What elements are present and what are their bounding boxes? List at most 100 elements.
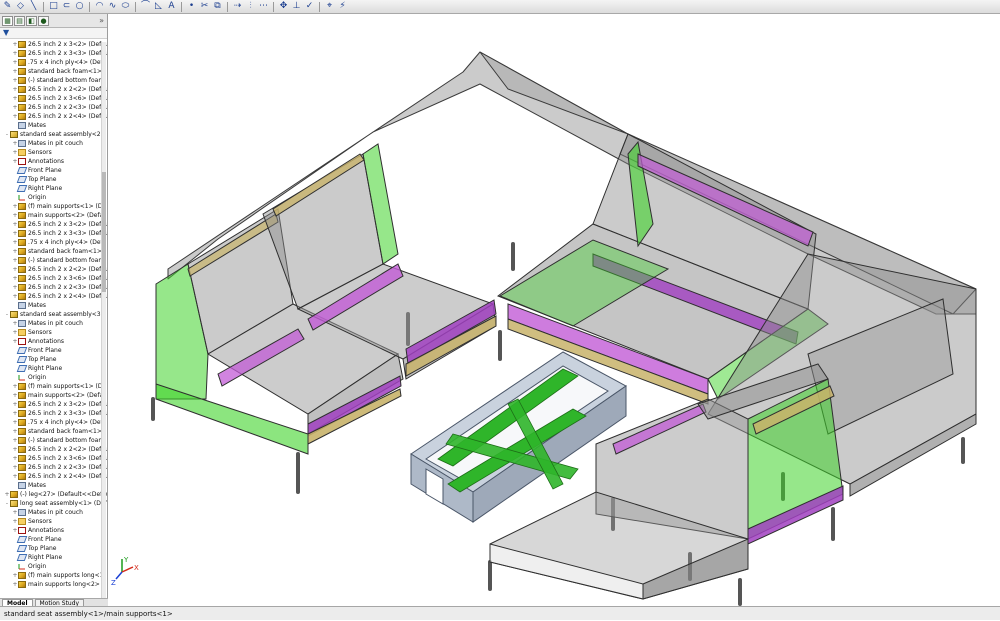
tree-item[interactable]: Right Plane	[0, 364, 107, 373]
origin-icon	[18, 374, 26, 381]
tree-item[interactable]: + (-) standard bottom foam	[0, 256, 107, 265]
tree-item[interactable]: - standard seat assembly<2> (	[0, 130, 107, 139]
rapid-sketch-icon[interactable]: ⚡	[337, 1, 348, 12]
tree-item[interactable]: + main supports<2> (Defa	[0, 391, 107, 400]
relations-icon[interactable]: ⊥	[291, 1, 302, 12]
tree-item[interactable]: + main supports long<2> (	[0, 580, 107, 589]
tree-item[interactable]: - long seat assembly<1> (Defa	[0, 499, 107, 508]
filter-icon[interactable]: ▼	[0, 28, 107, 39]
tree-item[interactable]: + .75 x 4 inch ply<4> (Defa	[0, 58, 107, 67]
tree-item[interactable]: Right Plane	[0, 184, 107, 193]
tree-item[interactable]: + Annotations	[0, 157, 107, 166]
tree-item[interactable]: Right Plane	[0, 553, 107, 562]
configuration-tab[interactable]: ◧	[26, 15, 37, 26]
tree-item[interactable]: Origin	[0, 373, 107, 382]
tree-item[interactable]: + .75 x 4 inch ply<4> (Defa	[0, 418, 107, 427]
smart-dimension-icon[interactable]: ◇	[15, 1, 26, 12]
tree-item[interactable]: + Sensors	[0, 148, 107, 157]
rectangle-icon[interactable]: □	[48, 1, 59, 12]
convert-icon[interactable]: ⇢	[232, 1, 243, 12]
feature-tree-tab[interactable]: ▦	[2, 15, 13, 26]
tree-item[interactable]: +26.5 inch 2 x 2<2> (Defau	[0, 265, 107, 274]
display-manager-tab[interactable]: ●	[38, 15, 49, 26]
tree-scrollbar-thumb[interactable]	[102, 172, 106, 292]
tree-item[interactable]: + standard back foam<1>	[0, 247, 107, 256]
tree-item[interactable]: +26.5 inch 2 x 2<4> (Defau	[0, 292, 107, 301]
tree-item[interactable]: +26.5 inch 2 x 2<2> (Defau	[0, 85, 107, 94]
repair-icon[interactable]: ✓	[304, 1, 315, 12]
tree-item[interactable]: - standard seat assembly<3> (	[0, 310, 107, 319]
tree-item[interactable]: +26.5 inch 2 x 2<4> (Defau	[0, 112, 107, 121]
tree-item[interactable]: Front Plane	[0, 346, 107, 355]
tree-item[interactable]: Front Plane	[0, 535, 107, 544]
tree-item[interactable]: + (-) standard bottom foam	[0, 76, 107, 85]
line-icon[interactable]: ╲	[28, 1, 39, 12]
tree-item[interactable]: + (-) standard bottom foam	[0, 436, 107, 445]
toolbar-separator	[181, 1, 182, 12]
linear-pattern-icon[interactable]: ⋯	[258, 1, 269, 12]
tree-item[interactable]: + (f) main supports<1> (De	[0, 382, 107, 391]
arc-icon[interactable]: ◠	[94, 1, 105, 12]
tree-item[interactable]: Origin	[0, 562, 107, 571]
tree-item[interactable]: + .75 x 4 inch ply<4> (Defa	[0, 238, 107, 247]
tree-item-label: 26.5 inch 2 x 2<2> (Defau	[28, 86, 108, 93]
tree-item[interactable]: +26.5 inch 2 x 3<6> (Defau	[0, 454, 107, 463]
point-icon[interactable]: •	[186, 1, 197, 12]
property-manager-tab[interactable]: ▤	[14, 15, 25, 26]
mirror-icon[interactable]: ⫶	[245, 1, 256, 12]
tree-item[interactable]: + (f) main supports long<1	[0, 571, 107, 580]
fillet-icon[interactable]: ⌒	[140, 1, 151, 12]
trim-icon[interactable]: ✂	[199, 1, 210, 12]
sketch-icon[interactable]: ✎	[2, 1, 13, 12]
tree-item[interactable]: Top Plane	[0, 355, 107, 364]
slot-icon[interactable]: ⊂	[61, 1, 72, 12]
tree-item[interactable]: + standard back foam<1>	[0, 427, 107, 436]
tree-item[interactable]: Origin	[0, 193, 107, 202]
tree-item[interactable]: + Sensors	[0, 328, 107, 337]
tree-item[interactable]: +26.5 inch 2 x 3<3> (Defau	[0, 409, 107, 418]
tree-item[interactable]: +26.5 inch 2 x 2<3> (Defau	[0, 283, 107, 292]
tree-item-label: Origin	[28, 194, 47, 201]
tree-item[interactable]: + (-) leg<27> (Default<<Defau	[0, 490, 107, 499]
expand-panel-icon[interactable]: »	[99, 16, 104, 25]
circle-icon[interactable]: ○	[74, 1, 85, 12]
tree-item[interactable]: Mates	[0, 481, 107, 490]
tree-item[interactable]: Mates	[0, 301, 107, 310]
toolbar-separator	[43, 1, 44, 12]
tree-item[interactable]: +26.5 inch 2 x 3<6> (Defau	[0, 94, 107, 103]
spline-icon[interactable]: ∿	[107, 1, 118, 12]
tree-item[interactable]: Front Plane	[0, 166, 107, 175]
tree-scrollbar[interactable]	[101, 42, 106, 602]
pit-couch-model[interactable]: Y X Z	[108, 14, 1000, 606]
tree-item[interactable]: +26.5 inch 2 x 3<3> (Defau	[0, 229, 107, 238]
offset-icon[interactable]: ⧉	[212, 1, 223, 12]
move-icon[interactable]: ✥	[278, 1, 289, 12]
tree-item[interactable]: + Sensors	[0, 517, 107, 526]
tree-item[interactable]: +26.5 inch 2 x 3<2> (Defau	[0, 400, 107, 409]
tree-item[interactable]: +26.5 inch 2 x 2<2> (Defau	[0, 445, 107, 454]
chamfer-icon[interactable]: ◺	[153, 1, 164, 12]
tree-item[interactable]: + main supports<2> (Defa	[0, 211, 107, 220]
tree-item[interactable]: +26.5 inch 2 x 2<3> (Defau	[0, 103, 107, 112]
tree-item[interactable]: +26.5 inch 2 x 3<6> (Defau	[0, 274, 107, 283]
graphics-area[interactable]: Y X Z	[108, 14, 1000, 606]
text-icon[interactable]: A	[166, 1, 177, 12]
tree-item[interactable]: + (f) main supports<1> (De	[0, 202, 107, 211]
tree-item[interactable]: + Mates in pit couch	[0, 319, 107, 328]
tree-item[interactable]: +26.5 inch 2 x 3<2> (Defau	[0, 220, 107, 229]
tree-item[interactable]: + Annotations	[0, 337, 107, 346]
tree-item-label: 26.5 inch 2 x 3<2> (Defau	[28, 41, 108, 48]
tree-item[interactable]: Top Plane	[0, 175, 107, 184]
tree-item[interactable]: +26.5 inch 2 x 3<3> (Defau	[0, 49, 107, 58]
tree-item[interactable]: + Mates in pit couch	[0, 508, 107, 517]
tree-item[interactable]: +26.5 inch 2 x 2<3> (Defau	[0, 463, 107, 472]
quick-snaps-icon[interactable]: ⌖	[324, 1, 335, 12]
tree-item[interactable]: + standard back foam<1>	[0, 67, 107, 76]
tree-item[interactable]: Top Plane	[0, 544, 107, 553]
tree-item[interactable]: + Mates in pit couch	[0, 139, 107, 148]
tree-item[interactable]: Mates	[0, 121, 107, 130]
tree-item[interactable]: + Annotations	[0, 526, 107, 535]
tree-item[interactable]: +26.5 inch 2 x 2<4> (Defau	[0, 472, 107, 481]
ellipse-icon[interactable]: ⬭	[120, 1, 131, 12]
tree-item[interactable]: +26.5 inch 2 x 3<2> (Defau	[0, 40, 107, 49]
